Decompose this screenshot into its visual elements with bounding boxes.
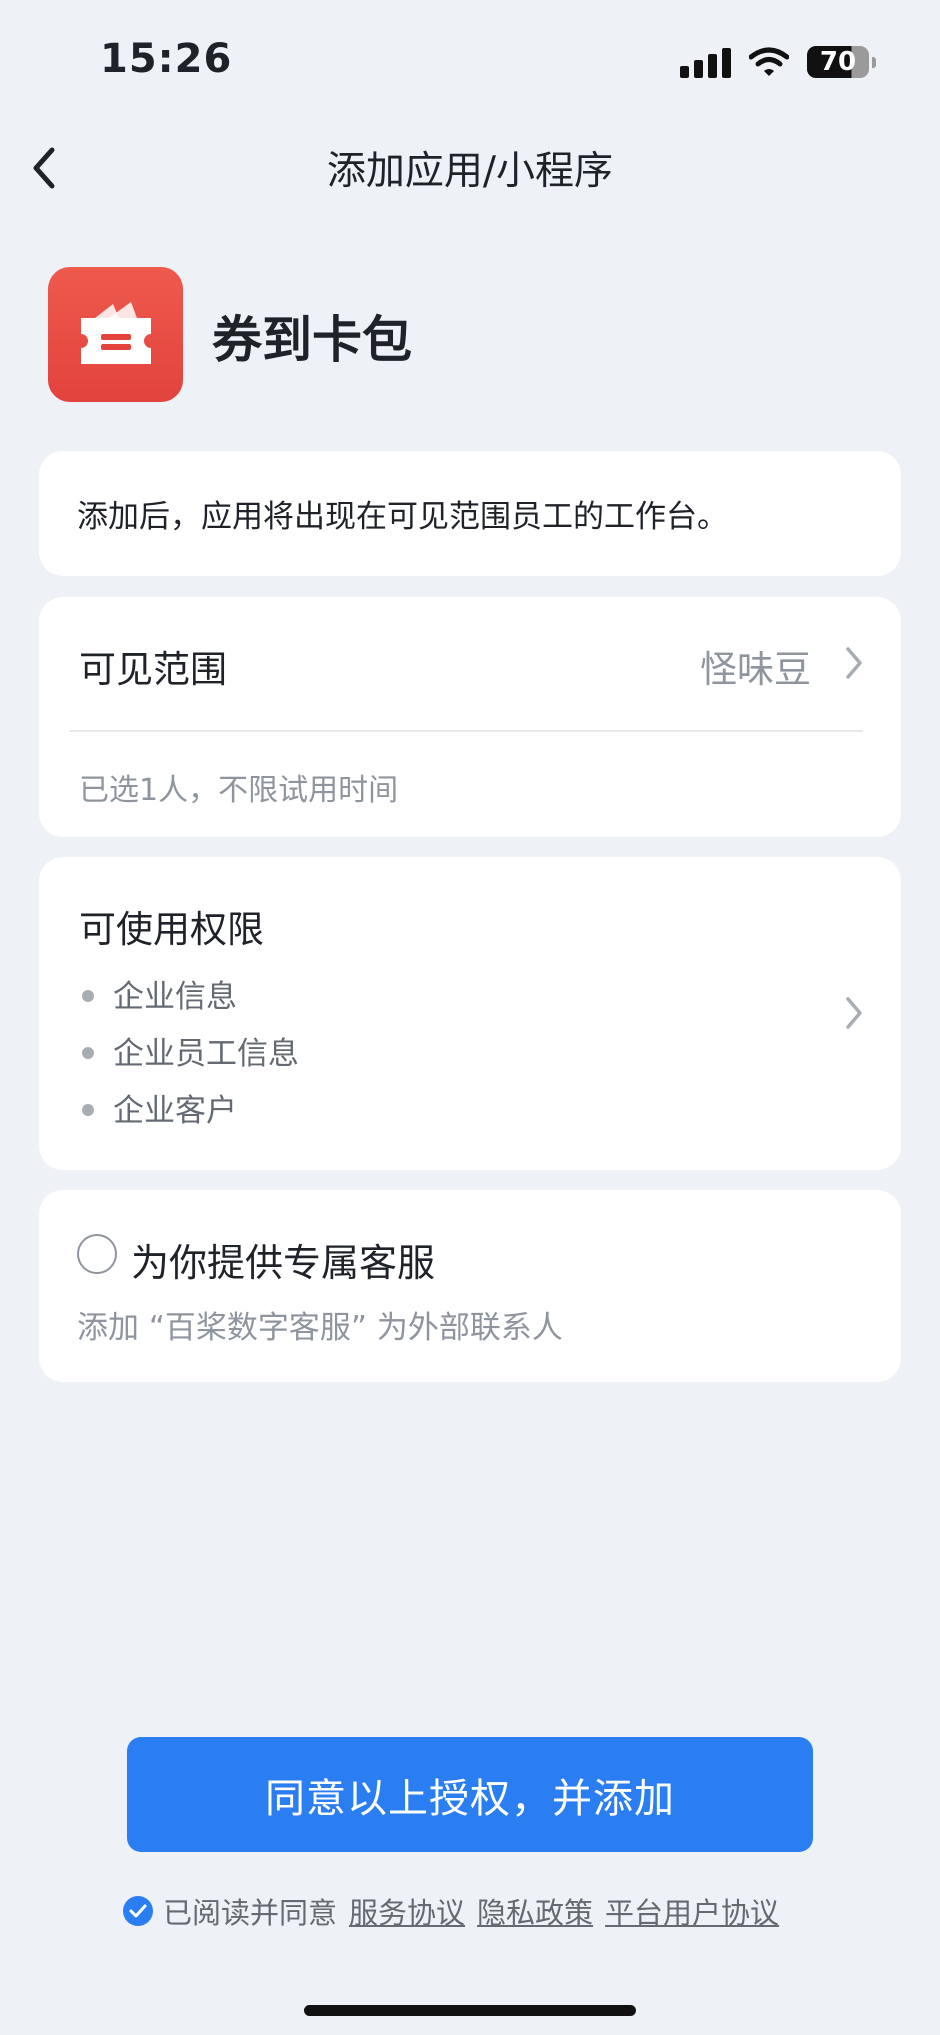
page-title: 添加应用/小程序 [326,149,614,194]
chevron-right-icon [846,997,862,1029]
service-agreement-link[interactable]: 服务协议 [349,1890,465,1932]
permission-item: 企业员工信息 [113,1036,299,1072]
agreement-row: 已阅读并同意 服务协议 隐私政策 平台用户协议 [123,1890,779,1932]
notice-card: 添加后，应用将出现在可见范围员工的工作台。 [39,451,901,576]
visibility-value: 怪味豆 [700,648,811,691]
permissions-label: 可使用权限 [79,908,264,951]
battery-icon: 70 [807,46,876,78]
app-icon [48,267,183,402]
home-indicator[interactable] [304,2005,636,2016]
bullet-icon [82,1047,94,1059]
cellular-signal-icon [680,46,731,78]
visibility-note: 已选1人，不限试用时间 [79,773,399,808]
bullet-icon [82,990,94,1002]
privacy-policy-link[interactable]: 隐私政策 [477,1890,593,1932]
bullet-icon [82,1104,94,1116]
wifi-icon [749,47,789,76]
visibility-card[interactable]: 可见范围 怪味豆 已选1人，不限试用时间 [39,597,901,837]
agreement-checkbox[interactable] [123,1896,153,1926]
ticket-wallet-icon [80,301,151,364]
chevron-right-icon [846,647,862,679]
status-icons: 70 [680,44,876,80]
platform-user-agreement-link[interactable]: 平台用户协议 [605,1890,779,1932]
service-label: 为你提供专属客服 [131,1241,436,1285]
service-note: 添加 “百桨数字客服” 为外部联系人 [77,1310,563,1346]
permissions-card[interactable]: 可使用权限 企业信息 企业员工信息 企业客户 [39,857,901,1170]
app-name: 券到卡包 [212,311,412,369]
permission-item: 企业信息 [113,979,237,1015]
visibility-label: 可见范围 [79,648,227,691]
agree-add-button[interactable]: 同意以上授权，并添加 [127,1737,813,1852]
battery-level: 70 [807,46,869,78]
check-icon [129,1904,147,1918]
divider [69,730,863,732]
status-time: 15:26 [100,36,233,82]
service-card: 为你提供专属客服 添加 “百桨数字客服” 为外部联系人 [39,1190,901,1382]
notice-text: 添加后，应用将出现在可见范围员工的工作台。 [77,499,728,535]
agreement-prefix: 已阅读并同意 [163,1896,338,1930]
permission-item: 企业客户 [113,1093,237,1129]
service-radio[interactable] [77,1234,117,1274]
